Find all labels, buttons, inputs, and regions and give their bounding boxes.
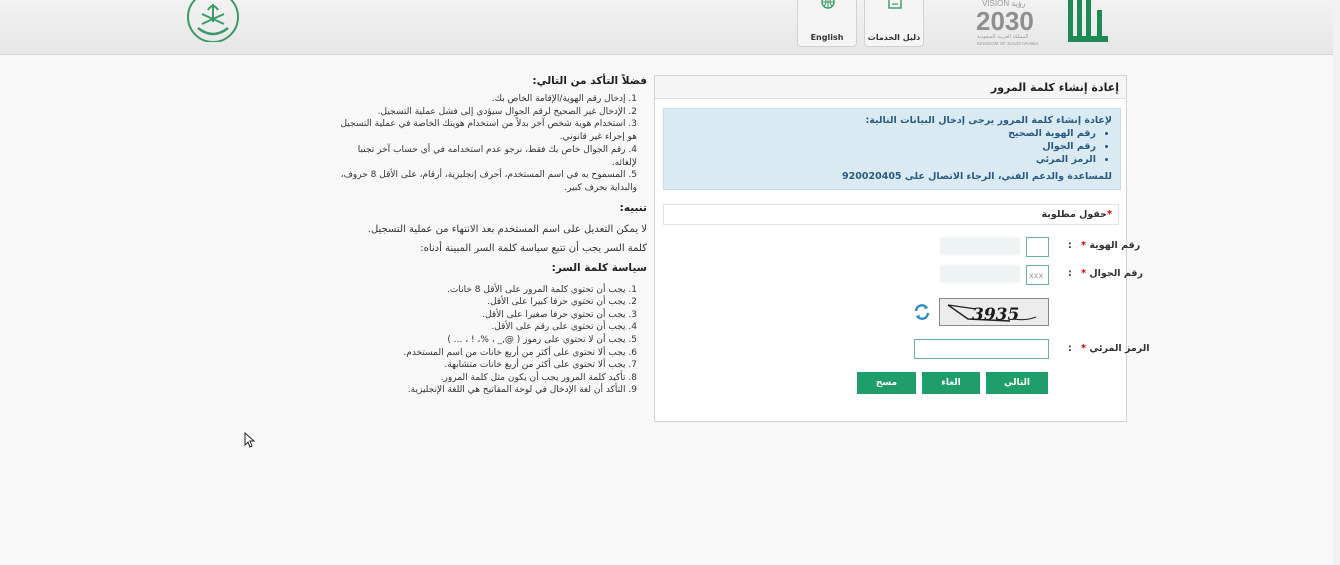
cancel-button[interactable]: الغاء	[922, 372, 980, 394]
notice-item: الرمز المرئي	[672, 153, 1096, 166]
clear-button[interactable]: مسح	[857, 372, 916, 394]
warning-text: لا يمكن التعديل على اسم المستخدم بعد الا…	[367, 223, 647, 235]
policy-item: 5. يجب أن لا تحتوي على رموز ( @,_ ، %، !…	[447, 335, 637, 345]
vision-2030-logo: VISION رؤية 2030 المملكة العربية السعودي…	[976, 0, 1039, 46]
services-guide-button[interactable]: دليل الخدمات	[864, 0, 924, 47]
next-button[interactable]: التالي	[986, 372, 1048, 394]
info-notice: لإعادة إنشاء كلمة المرور يرجى إدخال البي…	[663, 108, 1121, 190]
captcha-svg: 3935	[947, 304, 1037, 325]
notice-item: رقم الهوية الصحيح	[672, 127, 1096, 140]
captcha-text: 3935	[972, 305, 1019, 325]
id-number-input[interactable]	[1026, 237, 1049, 257]
notice-intro: لإعادة إنشاء كلمة المرور يرجى إدخال البي…	[865, 115, 1112, 126]
policy-list: 1. يجب أن تحتوي كلمة المرور على الأقل 8 …	[340, 284, 647, 397]
captcha-label: الرمز المرئي * :	[1068, 343, 1150, 354]
policy-item: 2. يجب أن تحتوي حرفا كبيرا على الأقل.	[487, 297, 637, 308]
captcha-required-star: *	[1081, 343, 1087, 354]
policy-item: 6. يجب ألا تحتوي على أكثر من أربع خانات …	[403, 347, 637, 358]
top-bar: English دليل الخدمات VISION رؤية 2030 ال…	[0, 0, 1340, 55]
id-number-label: رقم الهوية * :	[1068, 240, 1140, 251]
id-required-star: *	[1081, 240, 1087, 251]
warning-title: تنبيه:	[619, 201, 647, 214]
blurred-id-value	[940, 237, 1020, 255]
policy-item: 7. يجب ألا تحتوي على أكثر من أربع خانات …	[444, 360, 637, 371]
notice-item: رقم الجوال	[672, 140, 1096, 153]
required-star: *	[1107, 209, 1112, 220]
vision-kingdom-ar: المملكة العربية السعودية	[977, 34, 1028, 40]
id-colon: :	[1068, 240, 1072, 251]
refresh-captcha-icon[interactable]	[913, 303, 931, 321]
mobile-required-star: *	[1081, 268, 1087, 279]
id-label-text: رقم الهوية	[1089, 240, 1141, 251]
policy-intro: كلمة السر يجب أن تتبع سياسة كلمة السر ال…	[420, 242, 647, 254]
captcha-image: 3935	[939, 298, 1049, 326]
english-label: English	[810, 33, 844, 42]
english-button[interactable]: English	[797, 0, 857, 47]
services-guide-label: دليل الخدمات	[867, 33, 921, 42]
mobile-number-label: رقم الجوال * :	[1068, 268, 1143, 279]
check-item: 4. رقم الجوال خاص بك فقط، نرجو عدم استخد…	[357, 144, 637, 168]
saudi-emblem-icon	[187, 0, 239, 42]
vertical-scrollbar[interactable]	[1333, 0, 1340, 565]
policy-item: 8. تأكيد كلمة المرور يجب أن يكون مثل كلم…	[440, 372, 637, 383]
vision-year-text: 2030	[976, 6, 1034, 36]
check-item: 3. استخدام هوية شخص آخر بدلاً من استخدام…	[340, 119, 637, 143]
panel-title: إعادة إنشاء كلمة المرور	[655, 76, 1126, 99]
captcha-input[interactable]	[914, 339, 1049, 359]
instructions-column: فضلاً التأكد من التالي: 1. إدخال رقم اله…	[340, 75, 647, 397]
blurred-mobile-value	[940, 265, 1020, 283]
notice-list: رقم الهوية الصحيح رقم الجوال الرمز المرئ…	[672, 127, 1112, 166]
mouse-cursor-icon	[244, 432, 256, 448]
required-fields-note: *حقول مطلوبة	[663, 204, 1119, 225]
mobile-colon: :	[1068, 268, 1072, 279]
check-item: 5. المسموح به في اسم المستخدم، أحرف إنجل…	[340, 170, 637, 193]
reset-password-panel: إعادة إنشاء كلمة المرور لإعادة إنشاء كلم…	[654, 75, 1127, 422]
captcha-label-text: الرمز المرئي	[1089, 343, 1150, 354]
policy-item: 3. يجب أن تحتوي حرفا صغيرا على الأقل.	[482, 309, 637, 320]
guide-book-icon	[888, 0, 902, 9]
policy-item: 4. يجب أن تحتوي على رقم على الأقل.	[491, 322, 637, 333]
captcha-colon: :	[1068, 343, 1072, 354]
policy-title: سياسة كلمة السر:	[551, 261, 647, 274]
policy-item: 1. يجب أن تحتوي كلمة المرور على الأقل 8 …	[447, 284, 637, 295]
check-item: 2. الإدخال غير الصحيح لرقم الجوال سيؤدي …	[377, 106, 637, 117]
check-title: فضلاً التأكد من التالي:	[532, 75, 647, 87]
vision-kingdom-en: KINGDOM OF SAUDI ARABIA	[977, 41, 1039, 46]
absher-logo	[1068, 0, 1108, 42]
support-text: للمساعدة والدعم الفني، الرجاء الاتصال عل…	[842, 171, 1112, 182]
required-note-text: حقول مطلوبة	[1041, 209, 1108, 220]
policy-item: 9. التأكد أن لغة الإدخال في لوحة المفاتي…	[407, 385, 637, 396]
check-item: 1. إدخال رقم الهوية/الإقامة الخاص بك.	[491, 94, 637, 104]
check-list: 1. إدخال رقم الهوية/الإقامة الخاص بك. 2.…	[340, 93, 647, 195]
mobile-number-input[interactable]	[1026, 265, 1049, 285]
mobile-label-text: رقم الجوال	[1089, 268, 1143, 279]
globe-icon	[821, 0, 835, 9]
